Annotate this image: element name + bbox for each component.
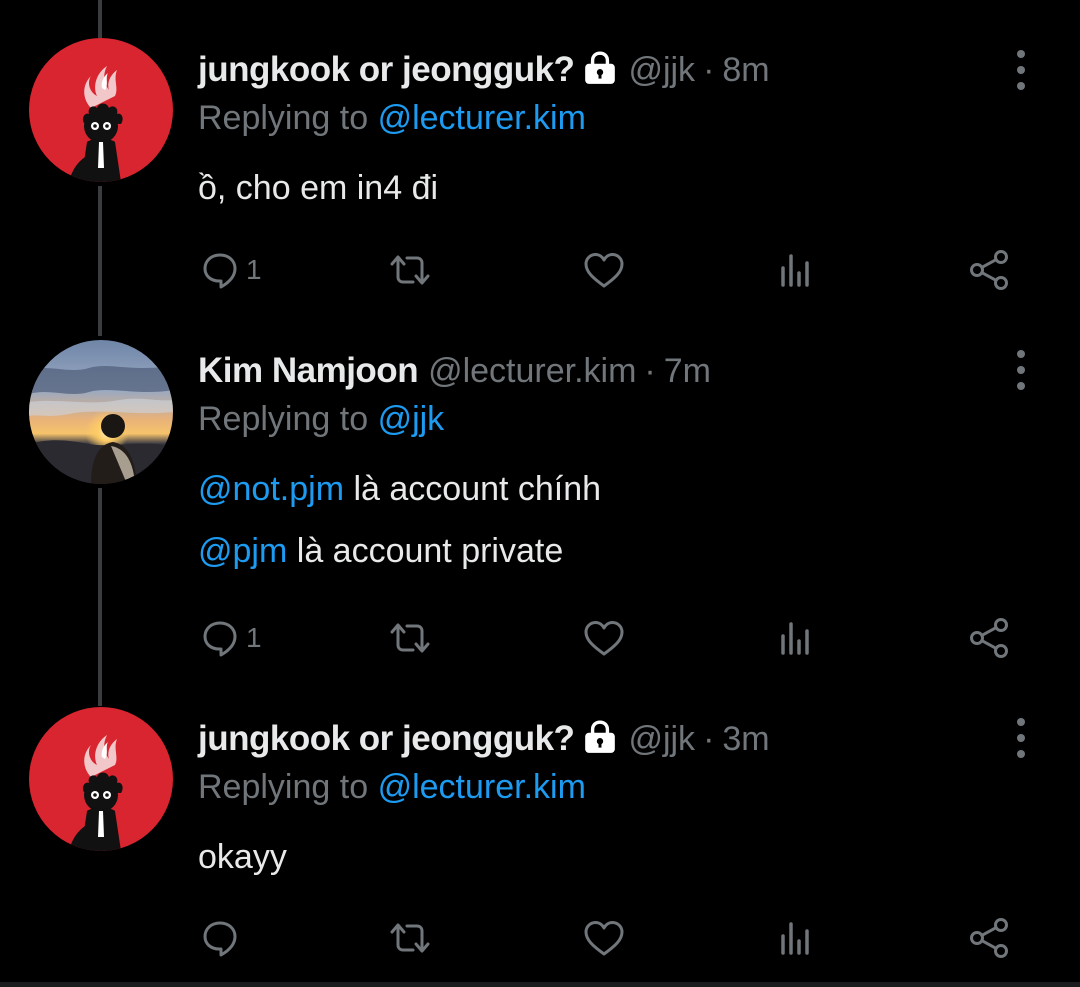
user-handle[interactable]: @lecturer.kim [428,352,636,391]
display-name[interactable]: jungkook or jeongguk? [198,50,575,90]
share-button[interactable] [968,916,1012,960]
avatar-image [29,38,173,182]
separator-dot: · [703,50,715,89]
more-options-icon[interactable] [1004,50,1038,90]
tweet[interactable]: jungkook or jeongguk? @jjk · 8m Replying… [0,0,1080,320]
tweet-text: @pjm là account private [198,532,563,571]
reply-icon [200,618,240,658]
text-body: là account chính [344,470,602,508]
user-handle[interactable]: @jjk [628,720,695,759]
lock-icon [582,50,618,91]
retweet-icon [386,250,434,290]
text-mention[interactable]: @pjm [198,532,287,570]
heart-icon [582,618,626,658]
user-handle[interactable]: @jjk [628,51,695,90]
tweet-header: Kim Namjoon @lecturer.kim · 7m [198,348,711,394]
more-options-icon[interactable] [1004,350,1038,390]
avatar[interactable] [29,707,173,851]
display-name[interactable]: jungkook or jeongguk? [198,719,575,759]
lock-icon [582,719,618,760]
replying-to-mention[interactable]: @jjk [378,400,445,438]
text-body: ồ, cho em in4 đi [198,169,439,207]
text-body: okayy [198,838,287,876]
tweet[interactable]: jungkook or jeongguk? @jjk · 3m Replying… [0,690,1080,982]
reply-button[interactable]: 1 [200,248,262,292]
retweet-icon [386,918,434,958]
share-icon [968,916,1012,960]
action-bar [198,916,1038,960]
divider [0,982,1080,987]
analytics-icon [776,618,816,658]
reply-button[interactable] [200,916,246,960]
share-icon [968,248,1012,292]
tweet-text: @not.pjm là account chính [198,470,601,509]
tweet-text: ồ, cho em in4 đi [198,169,438,208]
retweet-button[interactable] [386,248,434,292]
tweet-header: jungkook or jeongguk? @jjk · 8m [198,47,770,93]
tweet-text: okayy [198,838,287,877]
like-button[interactable] [582,916,626,960]
reply-icon [200,250,240,290]
action-bar: 1 [198,616,1038,660]
tweet[interactable]: Kim Namjoon @lecturer.kim · 7m Replying … [0,320,1080,690]
retweet-button[interactable] [386,616,434,660]
reply-icon [200,918,240,958]
avatar-image [29,340,173,484]
analytics-icon [776,918,816,958]
like-button[interactable] [582,248,626,292]
retweet-icon [386,618,434,658]
share-icon [968,616,1012,660]
replying-to-label: Replying to [198,400,369,438]
replying-to-label: Replying to [198,99,369,137]
timestamp[interactable]: 8m [722,51,769,90]
avatar[interactable] [29,340,173,484]
text-body: là account private [287,532,564,570]
replying-to: Replying to @jjk [198,400,444,439]
replying-to-mention[interactable]: @lecturer.kim [378,99,586,137]
retweet-button[interactable] [386,916,434,960]
more-options-icon[interactable] [1004,718,1038,758]
share-button[interactable] [968,248,1012,292]
replying-to: Replying to @lecturer.kim [198,99,586,138]
separator-dot: · [644,351,656,390]
replying-to-label: Replying to [198,768,369,806]
timestamp[interactable]: 3m [722,720,769,759]
tweet-header: jungkook or jeongguk? @jjk · 3m [198,716,770,762]
action-bar: 1 [198,248,1038,292]
text-mention[interactable]: @not.pjm [198,470,344,508]
replying-to-mention[interactable]: @lecturer.kim [378,768,586,806]
timestamp[interactable]: 7m [664,352,711,391]
analytics-button[interactable] [776,916,816,960]
analytics-button[interactable] [776,248,816,292]
replying-to: Replying to @lecturer.kim [198,768,586,807]
heart-icon [582,250,626,290]
like-button[interactable] [582,616,626,660]
avatar-image [29,707,173,851]
display-name[interactable]: Kim Namjoon [198,351,419,391]
separator-dot: · [703,719,715,758]
avatar[interactable] [29,38,173,182]
analytics-button[interactable] [776,616,816,660]
reply-button[interactable]: 1 [200,616,262,660]
analytics-icon [776,250,816,290]
heart-icon [582,918,626,958]
share-button[interactable] [968,616,1012,660]
reply-count: 1 [246,254,262,285]
reply-count: 1 [246,622,262,653]
